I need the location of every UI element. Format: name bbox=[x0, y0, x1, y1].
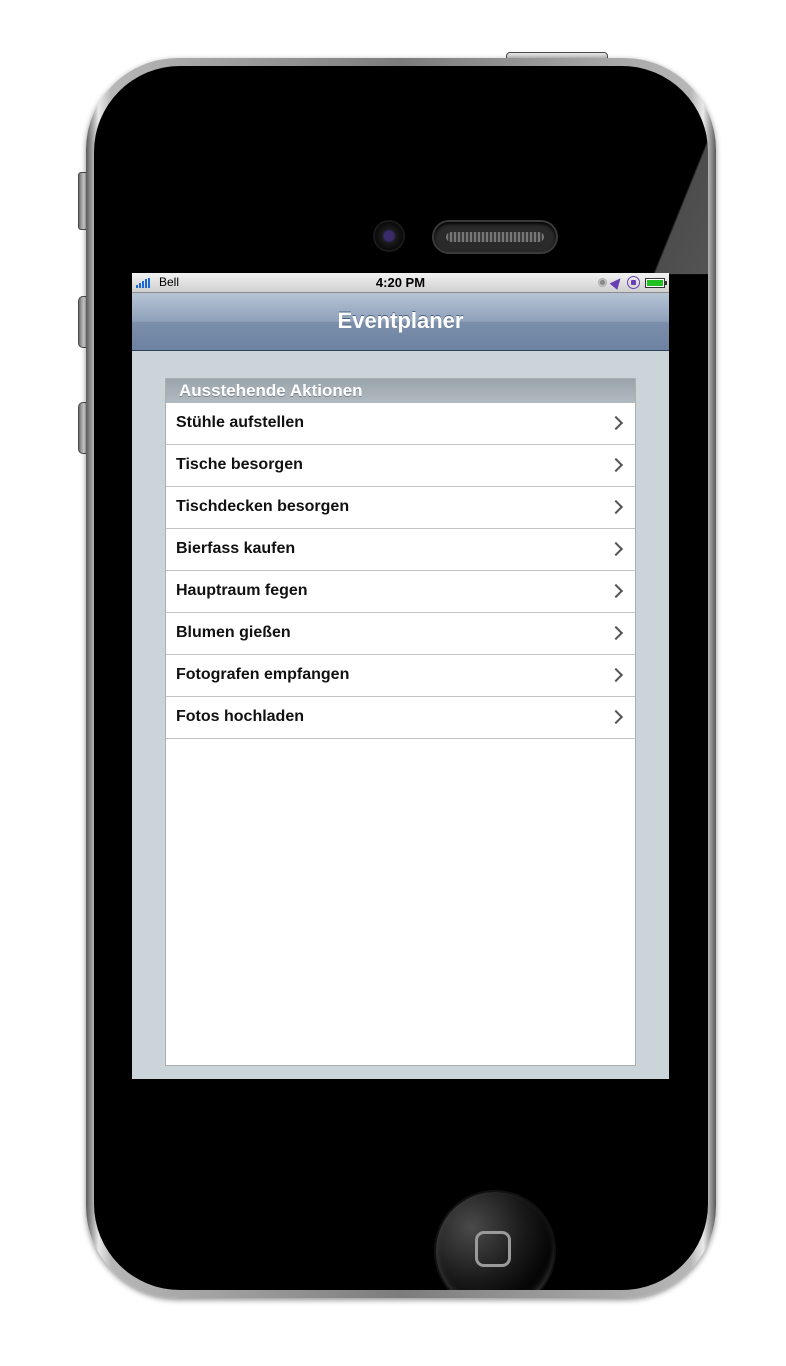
status-bar: Bell 4:20 PM bbox=[132, 273, 669, 293]
list-item-label: Fotos hochladen bbox=[176, 708, 304, 725]
list-item-label: Bierfass kaufen bbox=[176, 540, 296, 557]
list-item-label: Hauptraum fegen bbox=[176, 582, 308, 599]
chevron-right-icon bbox=[608, 415, 624, 431]
front-camera bbox=[375, 222, 403, 250]
battery-icon bbox=[645, 277, 667, 288]
navigation-bar: Eventplaner bbox=[132, 293, 669, 351]
chevron-right-icon bbox=[608, 583, 624, 599]
list-item-label: Stühle aufstellen bbox=[176, 414, 305, 431]
chevron-right-icon bbox=[608, 499, 624, 515]
status-icons bbox=[598, 275, 667, 290]
list-item[interactable]: Tische besorgen bbox=[166, 445, 635, 487]
status-time: 4:20 PM bbox=[375, 275, 426, 290]
chevron-right-icon bbox=[608, 541, 624, 557]
list-item-label: Tischdecken besorgen bbox=[176, 498, 350, 515]
chevron-right-icon bbox=[608, 625, 624, 641]
chevron-right-icon bbox=[608, 457, 624, 473]
list-item-label: Tische besorgen bbox=[176, 456, 303, 473]
app-screen: Bell 4:20 PM Eventplaner Ausstehende Akt… bbox=[132, 273, 669, 1079]
chevron-right-icon bbox=[608, 709, 624, 725]
list-item[interactable]: Tischdecken besorgen bbox=[166, 487, 635, 529]
earpiece-speaker bbox=[434, 222, 556, 252]
alarm-icon bbox=[598, 278, 607, 287]
list-item[interactable]: Hauptraum fegen bbox=[166, 571, 635, 613]
location-icon bbox=[609, 275, 625, 290]
home-square-icon bbox=[475, 1231, 511, 1267]
chevron-right-icon bbox=[608, 667, 624, 683]
list-item[interactable]: Fotos hochladen bbox=[166, 697, 635, 739]
rotation-lock-icon bbox=[627, 276, 640, 289]
device-mockup: Bell 4:20 PM Eventplaner Ausstehende Akt… bbox=[0, 0, 786, 1366]
list-item-label: Fotografen empfangen bbox=[176, 666, 350, 683]
list-item[interactable]: Blumen gießen bbox=[166, 613, 635, 655]
actions-list: Ausstehende Aktionen Stühle aufstellen T… bbox=[165, 378, 636, 1066]
list-item[interactable]: Stühle aufstellen bbox=[166, 403, 635, 445]
page-title: Eventplaner bbox=[337, 308, 464, 333]
list-item[interactable]: Bierfass kaufen bbox=[166, 529, 635, 571]
home-button[interactable] bbox=[436, 1192, 554, 1290]
list-item[interactable]: Fotografen empfangen bbox=[166, 655, 635, 697]
section-header: Ausstehende Aktionen bbox=[166, 379, 635, 403]
list-item-label: Blumen gießen bbox=[176, 624, 291, 641]
